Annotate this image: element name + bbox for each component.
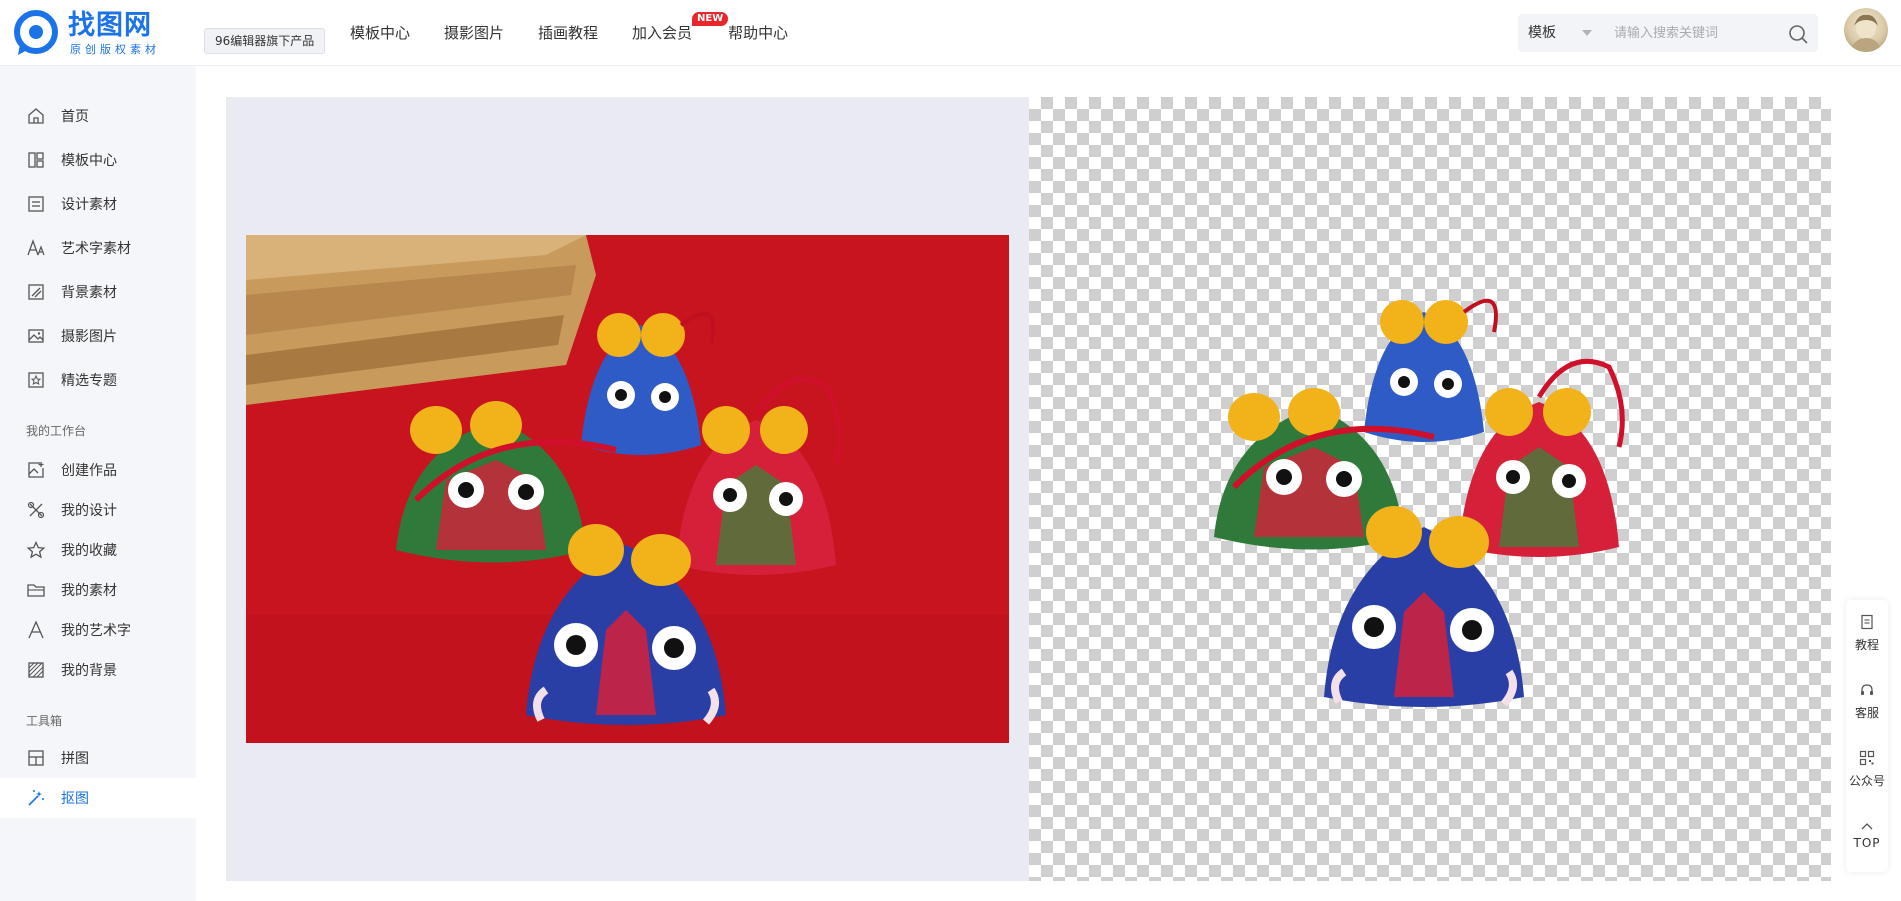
template-icon xyxy=(28,152,44,168)
float-label: 教程 xyxy=(1854,638,1879,652)
top-bar: 找图网 原创版权素材 96编辑器旗下产品 模板中心 摄影图片 插画教程 加入会员… xyxy=(0,0,1901,66)
sidebar-item-label: 摄影图片 xyxy=(61,329,117,345)
my-design-icon xyxy=(27,501,45,519)
group-title-tools: 工具箱 xyxy=(26,714,63,728)
sidebar-item-photo[interactable]: 摄影图片 xyxy=(0,316,196,356)
star-icon xyxy=(26,540,46,559)
float-service-button[interactable]: 客服 xyxy=(1846,674,1888,734)
nav-label: 插画教程 xyxy=(538,24,599,42)
search-category-select[interactable]: 模板 xyxy=(1528,14,1556,52)
letter-a-icon xyxy=(28,620,44,639)
logo[interactable]: 找图网 原创版权素材 xyxy=(14,8,174,58)
cutout-result-image[interactable] xyxy=(1209,252,1669,732)
sidebar-item-design-material[interactable]: 设计素材 xyxy=(0,184,196,224)
original-image-panel xyxy=(226,97,1029,881)
sidebar-item-my-favorites[interactable]: 我的收藏 xyxy=(0,530,196,570)
sidebar-item-home[interactable]: 首页 xyxy=(0,96,196,136)
cutout-workspace xyxy=(226,97,1831,881)
sidebar-item-my-background[interactable]: 我的背景 xyxy=(0,650,196,690)
sidebar-item-label: 抠图 xyxy=(61,791,89,807)
chevron-down-icon[interactable] xyxy=(1580,26,1594,40)
float-tutorial-button[interactable]: 教程 xyxy=(1846,606,1888,666)
sidebar-item-label: 模板中心 xyxy=(61,153,117,169)
sidebar-item-label: 拼图 xyxy=(61,751,89,767)
nav-label: 帮助中心 xyxy=(728,24,789,42)
floating-toolbar: 教程 客服 公众号 TOP xyxy=(1846,600,1888,872)
sidebar-item-my-design[interactable]: 我的设计 xyxy=(0,490,196,530)
nav-photo[interactable]: 摄影图片 xyxy=(444,22,504,44)
search-input[interactable] xyxy=(1614,18,1784,48)
sidebar-item-my-material[interactable]: 我的素材 xyxy=(0,570,196,610)
avatar[interactable] xyxy=(1844,8,1888,52)
sidebar-item-my-art-text[interactable]: 我的艺术字 xyxy=(0,610,196,650)
sidebar-item-label: 我的素材 xyxy=(61,583,117,599)
sidebar-item-label: 设计素材 xyxy=(61,197,117,213)
logo-icon xyxy=(14,10,58,55)
nav-label: 摄影图片 xyxy=(444,24,505,42)
folder-icon xyxy=(27,584,45,597)
nav-join-vip[interactable]: 加入会员 NEW xyxy=(632,12,729,44)
sidebar-item-cutout[interactable]: 抠图 xyxy=(0,778,196,818)
headset-icon xyxy=(1861,684,1873,695)
sidebar-item-label: 我的背景 xyxy=(61,663,117,679)
group-title-workspace: 我的工作台 xyxy=(26,424,87,438)
collage-icon xyxy=(28,750,44,766)
logo-title: 找图网 xyxy=(68,10,152,41)
document-icon xyxy=(1861,614,1873,630)
sidebar-item-label: 我的艺术字 xyxy=(61,623,131,639)
sidebar-item-background[interactable]: 背景素材 xyxy=(0,272,196,312)
sidebar-item-label: 我的设计 xyxy=(61,503,117,519)
qrcode-icon xyxy=(1859,750,1875,766)
sidebar-item-topics[interactable]: 精选专题 xyxy=(0,360,196,400)
float-label: TOP xyxy=(1853,836,1881,850)
float-label: 客服 xyxy=(1854,706,1879,720)
float-wechat-button[interactable]: 公众号 xyxy=(1846,742,1888,802)
topic-icon xyxy=(28,372,44,388)
nav-help-center[interactable]: 帮助中心 xyxy=(728,22,788,44)
sidebar-item-label: 精选专题 xyxy=(61,373,117,389)
sidebar-item-template-center[interactable]: 模板中心 xyxy=(0,140,196,180)
stripes-icon xyxy=(28,662,44,678)
magic-wand-icon xyxy=(28,790,44,806)
sidebar-item-collage[interactable]: 拼图 xyxy=(0,738,196,778)
editor-badge[interactable]: 96编辑器旗下产品 xyxy=(204,28,326,54)
photo-icon xyxy=(28,329,44,343)
sidebar: 首页 模板中心 设计素材 艺术字素材 背景素材 摄影图片 精选专题 我的工作台 … xyxy=(0,66,196,901)
search-icon[interactable] xyxy=(1788,24,1808,44)
sidebar-item-label: 创建作品 xyxy=(61,463,117,479)
new-badge: NEW xyxy=(692,12,729,26)
background-icon xyxy=(28,284,44,300)
original-photo[interactable] xyxy=(246,235,1009,743)
float-label: 公众号 xyxy=(1848,774,1885,788)
design-material-icon xyxy=(28,196,44,212)
nav-label: 加入会员 xyxy=(632,24,693,42)
art-text-icon xyxy=(27,239,45,256)
back-to-top-button[interactable]: TOP xyxy=(1846,810,1888,870)
logo-subtitle: 原创版权素材 xyxy=(70,43,160,56)
cutout-result-panel xyxy=(1029,97,1831,881)
nav-label: 模板中心 xyxy=(350,24,411,42)
nav-template-center[interactable]: 模板中心 xyxy=(350,22,410,44)
nav-illustration-tutorial[interactable]: 插画教程 xyxy=(538,22,598,44)
sidebar-item-label: 首页 xyxy=(61,109,89,125)
avatar-image xyxy=(1850,14,1882,52)
main-nav: 模板中心 摄影图片 插画教程 加入会员 NEW 帮助中心 xyxy=(350,12,822,44)
sidebar-item-create[interactable]: 创建作品 xyxy=(0,450,196,490)
sidebar-item-label: 艺术字素材 xyxy=(61,241,131,257)
search-bar: 模板 xyxy=(1518,14,1818,52)
arrow-up-icon xyxy=(1861,823,1873,830)
sidebar-item-art-text[interactable]: 艺术字素材 xyxy=(0,228,196,268)
sidebar-item-label: 背景素材 xyxy=(61,285,117,301)
sidebar-item-label: 我的收藏 xyxy=(61,543,117,559)
home-icon xyxy=(28,108,44,124)
create-icon xyxy=(28,462,44,478)
